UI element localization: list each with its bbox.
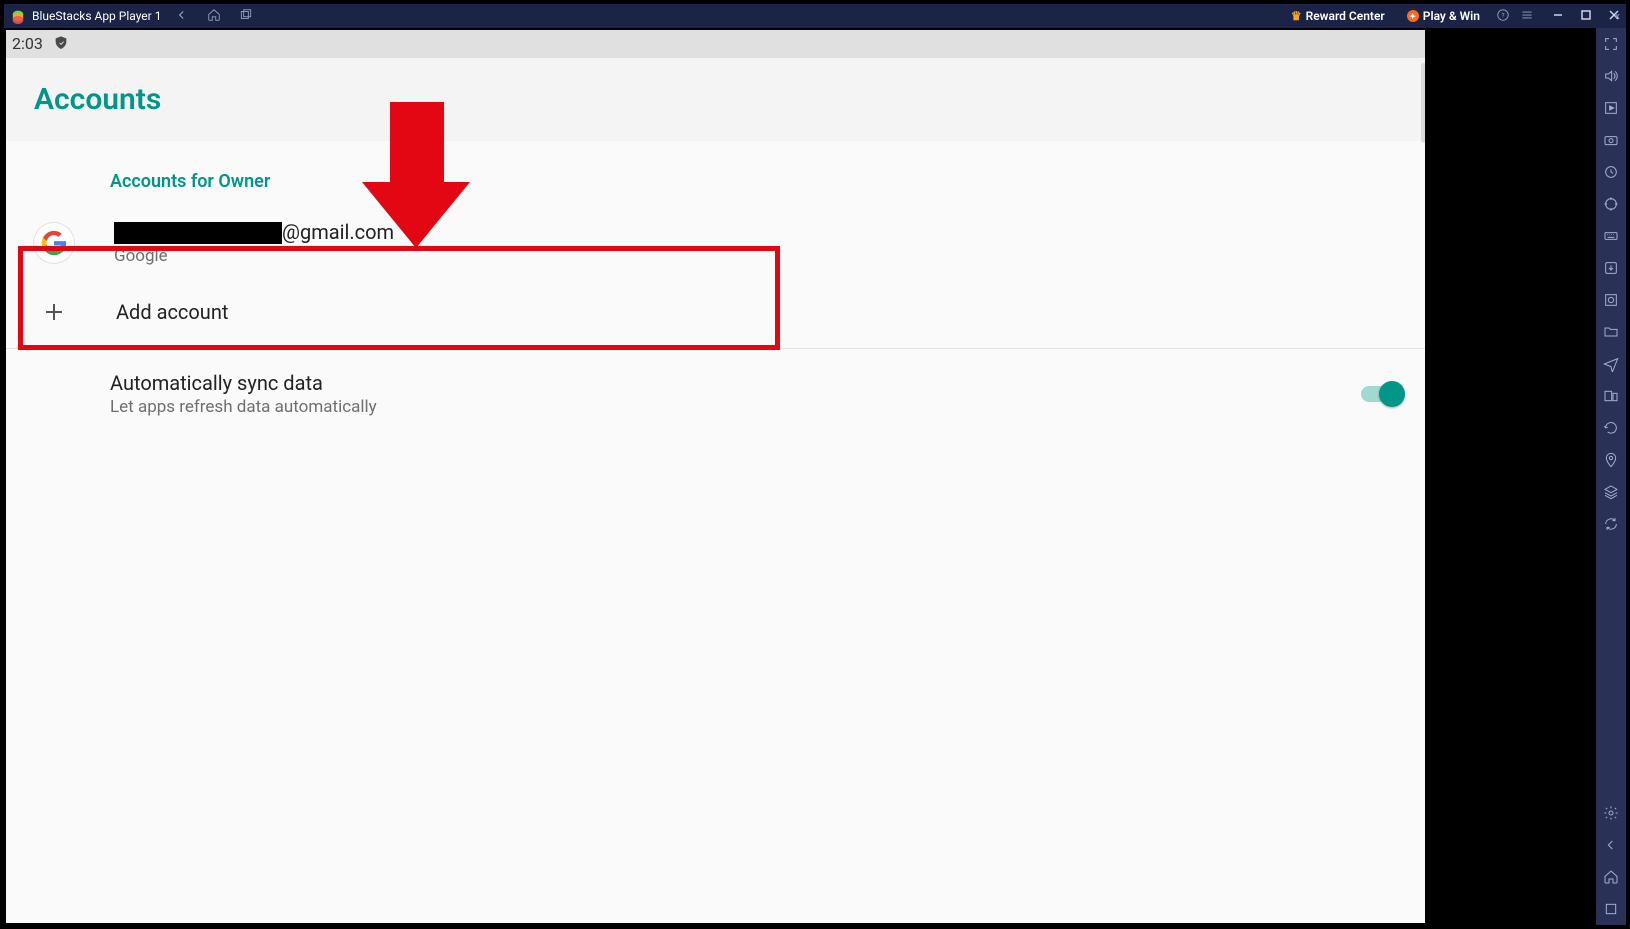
page-title: Accounts	[34, 82, 1397, 117]
window-title: BlueStacks App Player 1	[32, 9, 161, 23]
minimize-button[interactable]	[1552, 9, 1564, 24]
help-icon[interactable]: ?	[1496, 8, 1510, 25]
toggle-knob	[1379, 381, 1405, 407]
titlebar: BlueStacks App Player 1 ♛ Reward Center …	[4, 4, 1626, 28]
plane-icon[interactable]	[1601, 354, 1621, 374]
bluestacks-sidebar	[1596, 28, 1626, 925]
play-orb-icon: ✦	[1407, 10, 1419, 22]
collapse-sidebar-icon[interactable]: «	[1614, 9, 1620, 23]
google-logo-icon	[34, 223, 74, 263]
android-back-icon[interactable]	[1601, 835, 1621, 855]
sync-toggle[interactable]	[1361, 381, 1405, 407]
add-account-row[interactable]: Add account	[4, 280, 1427, 344]
hamburger-menu-icon[interactable]	[1520, 8, 1534, 25]
sync-text: Automatically sync data Let apps refresh…	[110, 371, 377, 417]
account-email: @gmail.com	[114, 220, 394, 244]
volume-icon[interactable]	[1601, 66, 1621, 86]
play-win-label: Play & Win	[1423, 9, 1480, 23]
sync-icon[interactable]	[1601, 514, 1621, 534]
android-recents-icon[interactable]	[1601, 899, 1621, 919]
maximize-button[interactable]	[1580, 9, 1592, 24]
back-icon[interactable]	[175, 8, 189, 25]
history-icon[interactable]	[1601, 162, 1621, 182]
reward-center-label: Reward Center	[1306, 9, 1385, 23]
settings-gear-icon[interactable]	[1601, 803, 1621, 823]
play-win-button[interactable]: ✦ Play & Win	[1401, 7, 1486, 25]
screenshot-icon[interactable]	[1601, 290, 1621, 310]
plus-icon	[42, 300, 66, 324]
devices-icon[interactable]	[1601, 386, 1621, 406]
shield-icon	[53, 35, 69, 51]
titlebar-right: ♛ Reward Center ✦ Play & Win ? «	[1285, 7, 1626, 25]
folder-icon[interactable]	[1601, 322, 1621, 342]
google-account-row[interactable]: @gmail.com Google	[4, 206, 1427, 280]
home-icon[interactable]	[207, 8, 221, 25]
scrollbar[interactable]	[1421, 63, 1426, 143]
auto-sync-row[interactable]: Automatically sync data Let apps refresh…	[4, 349, 1427, 439]
svg-text:?: ?	[1501, 11, 1504, 19]
status-time: 2:03	[12, 34, 43, 53]
bluestacks-logo-icon	[10, 8, 26, 24]
accounts-content: Accounts for Owner @gmail.com Goog	[4, 141, 1427, 439]
recents-icon[interactable]	[239, 8, 253, 25]
settings-header: Accounts	[4, 58, 1427, 141]
bluestacks-window: BlueStacks App Player 1 ♛ Reward Center …	[0, 0, 1630, 929]
titlebar-nav	[175, 8, 253, 25]
account-provider: Google	[114, 246, 394, 266]
layers-icon[interactable]	[1601, 482, 1621, 502]
sync-subtitle: Let apps refresh data automatically	[110, 397, 377, 417]
android-statusbar: 2:03	[4, 28, 1427, 58]
crosshair-icon[interactable]	[1601, 194, 1621, 214]
email-suffix: @gmail.com	[282, 220, 394, 244]
sync-title: Automatically sync data	[110, 371, 377, 395]
play-box-icon[interactable]	[1601, 98, 1621, 118]
redacted-email-prefix	[114, 222, 282, 244]
section-label: Accounts for Owner	[4, 141, 1427, 206]
reward-center-button[interactable]: ♛ Reward Center	[1285, 7, 1391, 25]
location-icon[interactable]	[1601, 450, 1621, 470]
keyboard-icon[interactable]	[1601, 226, 1621, 246]
apk-install-icon[interactable]	[1601, 258, 1621, 278]
crown-icon: ♛	[1291, 9, 1302, 23]
account-text: @gmail.com Google	[114, 220, 394, 266]
camera-icon[interactable]	[1601, 130, 1621, 150]
fullscreen-icon[interactable]	[1601, 34, 1621, 54]
add-account-label: Add account	[116, 300, 228, 324]
rotate-icon[interactable]	[1601, 418, 1621, 438]
android-home-icon[interactable]	[1601, 867, 1621, 887]
android-viewport: 2:03 Accounts Accounts for Owner	[4, 28, 1428, 925]
